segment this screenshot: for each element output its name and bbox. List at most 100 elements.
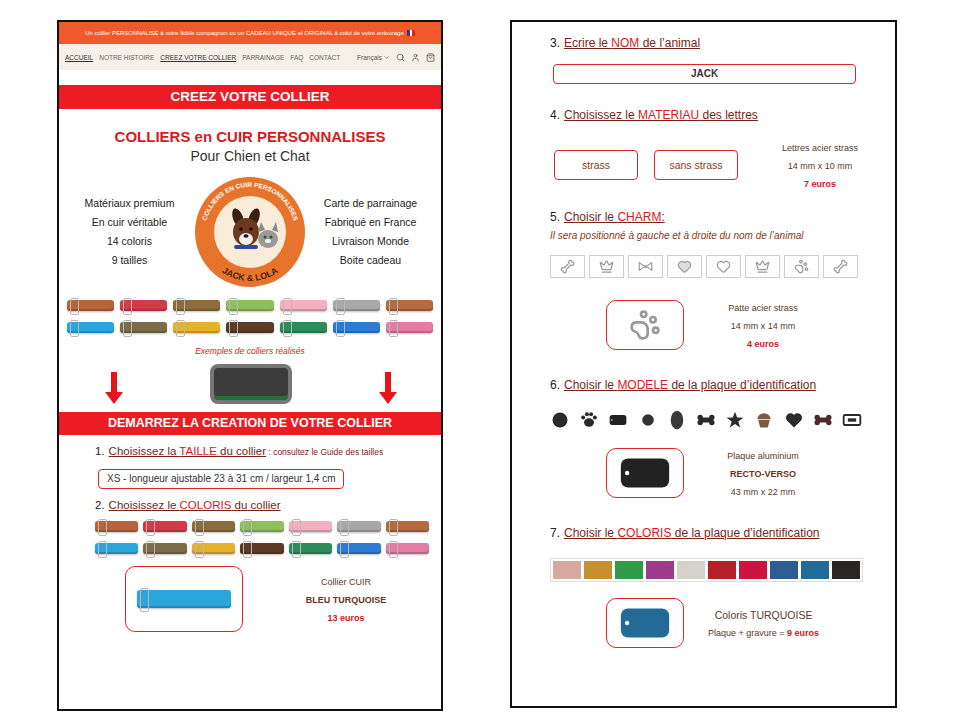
collar-swatch[interactable] — [386, 521, 429, 532]
announcement-bar: Un collier PERSONNALISE à votre fidèle c… — [59, 22, 441, 44]
collar-swatch[interactable] — [192, 521, 235, 532]
step-title[interactable]: Choisir le CHARM: — [564, 210, 665, 224]
plate-color-swatch[interactable] — [739, 561, 767, 579]
nav-item[interactable]: ACCUEIL — [65, 54, 93, 61]
plate-color-swatch[interactable] — [770, 561, 798, 579]
charm-option[interactable] — [823, 255, 858, 278]
info-text: Plaque + gravure = — [708, 628, 787, 638]
info-line: Plaque + gravure = 9 euros — [708, 623, 819, 641]
info-line: Coloris TURQUOISE — [715, 606, 813, 623]
step-number: 2. — [95, 499, 105, 511]
step-title[interactable]: Choisir le COLORIS de la plaque d’identi… — [564, 526, 819, 540]
info-text: Collier CUIR — [321, 577, 371, 587]
plate-color-swatch[interactable] — [832, 561, 860, 579]
plate-shape-option[interactable] — [784, 410, 804, 430]
collar-swatch[interactable] — [143, 543, 186, 554]
plate-shape-option[interactable] — [667, 410, 687, 430]
selected-plate-color-row: Coloris TURQUOISEPlaque + gravure = 9 eu… — [550, 598, 819, 648]
step-title[interactable]: Choisir le MODELE de la plaque d’identif… — [564, 378, 816, 392]
collar-swatch[interactable] — [240, 543, 283, 554]
step-heading: 5.Choisir le CHARM: — [550, 210, 665, 224]
charm-option[interactable] — [589, 255, 624, 278]
start-banner: DEMARREZ LA CREATION DE VOTRE COLLIER — [59, 412, 441, 435]
user-icon[interactable] — [411, 53, 420, 62]
step-number: 7. — [550, 526, 560, 540]
size-guide-link[interactable]: : consultez le Guide des tailles — [266, 447, 383, 457]
charm-option[interactable] — [706, 255, 741, 278]
logo-name-text: JACK & LOLA — [220, 265, 279, 283]
material-button[interactable]: strass — [554, 150, 638, 180]
plate-color-swatch[interactable] — [708, 561, 736, 579]
plate-color-swatch[interactable] — [584, 561, 612, 579]
step-title[interactable]: Choisissez le COLORIS du collier — [109, 499, 281, 511]
plate-color-swatch[interactable] — [615, 561, 643, 579]
info-text: Lettres acier strass — [782, 143, 858, 153]
info-text: 14 mm x 10 mm — [788, 161, 853, 171]
cupcake-plate-icon — [754, 410, 774, 430]
plate-shape-option[interactable] — [638, 410, 658, 430]
selected-plate-color-box — [606, 598, 684, 648]
info-text: BLEU TURQUOISE — [306, 595, 387, 605]
step-title[interactable]: Choisissez la TAILLE du collier — [109, 445, 266, 457]
collar-swatch[interactable] — [289, 521, 332, 532]
nav-item[interactable]: CREEZ VOTRE COLLIER — [160, 54, 236, 61]
step-keyword: MODELE — [617, 378, 668, 392]
nav-item[interactable]: FAQ — [290, 54, 303, 61]
plate-shape-row — [550, 410, 862, 430]
plate-shape-option[interactable] — [608, 410, 628, 430]
plate-shape-option[interactable] — [579, 410, 599, 430]
collar-swatch[interactable] — [143, 521, 186, 532]
collar-swatch[interactable] — [337, 543, 380, 554]
pet-name-input[interactable]: JACK — [553, 64, 856, 84]
charm-option[interactable] — [667, 255, 702, 278]
charm-option[interactable] — [550, 255, 585, 278]
paw-plate-icon — [579, 410, 599, 430]
plate-shape-option[interactable] — [550, 410, 570, 430]
info-line: 13 euros — [327, 608, 364, 626]
nav-item[interactable]: CONTACT — [309, 54, 340, 61]
selection-info: Collier CUIR BLEU TURQUOISE 13 euros — [291, 572, 401, 626]
plate-shape-option[interactable] — [754, 410, 774, 430]
example-collar-grid — [59, 300, 441, 333]
step-heading: 6.Choisir le MODELE de la plaque d’ident… — [550, 378, 816, 392]
collar-swatch[interactable] — [337, 521, 380, 532]
plate-shape-option[interactable] — [813, 410, 833, 430]
plate-color-swatch[interactable] — [646, 561, 674, 579]
plate-shape-option[interactable] — [725, 410, 745, 430]
collar-swatch[interactable] — [95, 521, 138, 532]
collar-image — [67, 300, 114, 311]
collar-swatch[interactable] — [289, 543, 332, 554]
collar-color-step: 2. Choisissez le COLORIS du collier — [59, 499, 441, 511]
bag-icon[interactable] — [426, 53, 435, 62]
collar-swatch[interactable] — [240, 521, 283, 532]
info-line: 4 euros — [747, 334, 779, 352]
plate-color-swatch[interactable] — [553, 561, 581, 579]
plate-color-swatch[interactable] — [677, 561, 705, 579]
step-keyword: CHARM — [617, 210, 661, 224]
plate-model-step: 6.Choisir le MODELE de la plaque d’ident… — [550, 378, 875, 500]
tag-plate-icon — [842, 410, 862, 430]
charm-option[interactable] — [628, 255, 663, 278]
step-title[interactable]: Ecrire le NOM de l’animal — [564, 36, 700, 50]
arrow-row — [59, 364, 441, 404]
collar-swatch[interactable] — [95, 543, 138, 554]
selection-info: Lettres acier strass14 mm x 10 mm7 euros — [765, 138, 875, 192]
plate-color-swatch[interactable] — [801, 561, 829, 579]
charm-option[interactable] — [784, 255, 819, 278]
step-title[interactable]: Choisissez le MATERIAU des lettres — [564, 108, 758, 122]
plate-shape-option[interactable] — [842, 410, 862, 430]
nav-item[interactable]: PARRAINAGE — [242, 54, 284, 61]
collar-swatch[interactable] — [386, 543, 429, 554]
charm-option[interactable] — [745, 255, 780, 278]
nav-item[interactable]: NOTRE HISTOIRE — [99, 54, 154, 61]
language-select[interactable]: Français — [357, 54, 390, 61]
plate-shape-option[interactable] — [696, 410, 716, 430]
search-icon[interactable] — [396, 53, 405, 62]
size-select[interactable]: XS - longueur ajustable 23 à 31 cm / lar… — [98, 469, 344, 489]
page-banner: CREEZ VOTRE COLLIER — [59, 85, 441, 109]
down-arrow-icon — [105, 372, 123, 404]
collar-image — [280, 300, 327, 311]
collar-swatch[interactable] — [192, 543, 235, 554]
bone-icon — [833, 259, 848, 274]
material-button[interactable]: sans strass — [654, 150, 738, 180]
